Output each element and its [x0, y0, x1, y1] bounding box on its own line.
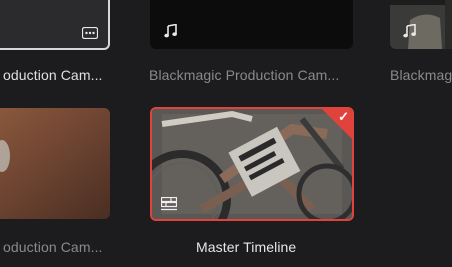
- checkmark-icon: ✓: [338, 109, 349, 124]
- clip-thumbnail[interactable]: [150, 0, 353, 49]
- media-pool-grid: oduction Cam... Blackmagic Production Ca…: [0, 0, 452, 267]
- music-note-icon: [164, 24, 177, 38]
- clip-name: oduction Cam...: [3, 67, 103, 83]
- clip-name: Blackmagic Production Cam...: [149, 67, 340, 83]
- clip-name: Master Timeline: [196, 239, 297, 255]
- ellipsis-box-icon: [82, 27, 98, 39]
- music-note-icon: [403, 24, 416, 38]
- timeline-icon: [161, 197, 177, 211]
- thumbnail-image: [0, 108, 110, 219]
- clip-thumbnail[interactable]: [0, 0, 110, 50]
- clip-thumbnail[interactable]: [390, 0, 452, 49]
- thumbnail-image: [390, 0, 452, 49]
- clip-name: oduction Cam...: [3, 239, 103, 255]
- clip-name: Blackmag: [390, 67, 452, 83]
- clip-thumbnail[interactable]: [0, 108, 110, 219]
- clip-thumbnail[interactable]: ✓: [150, 107, 354, 221]
